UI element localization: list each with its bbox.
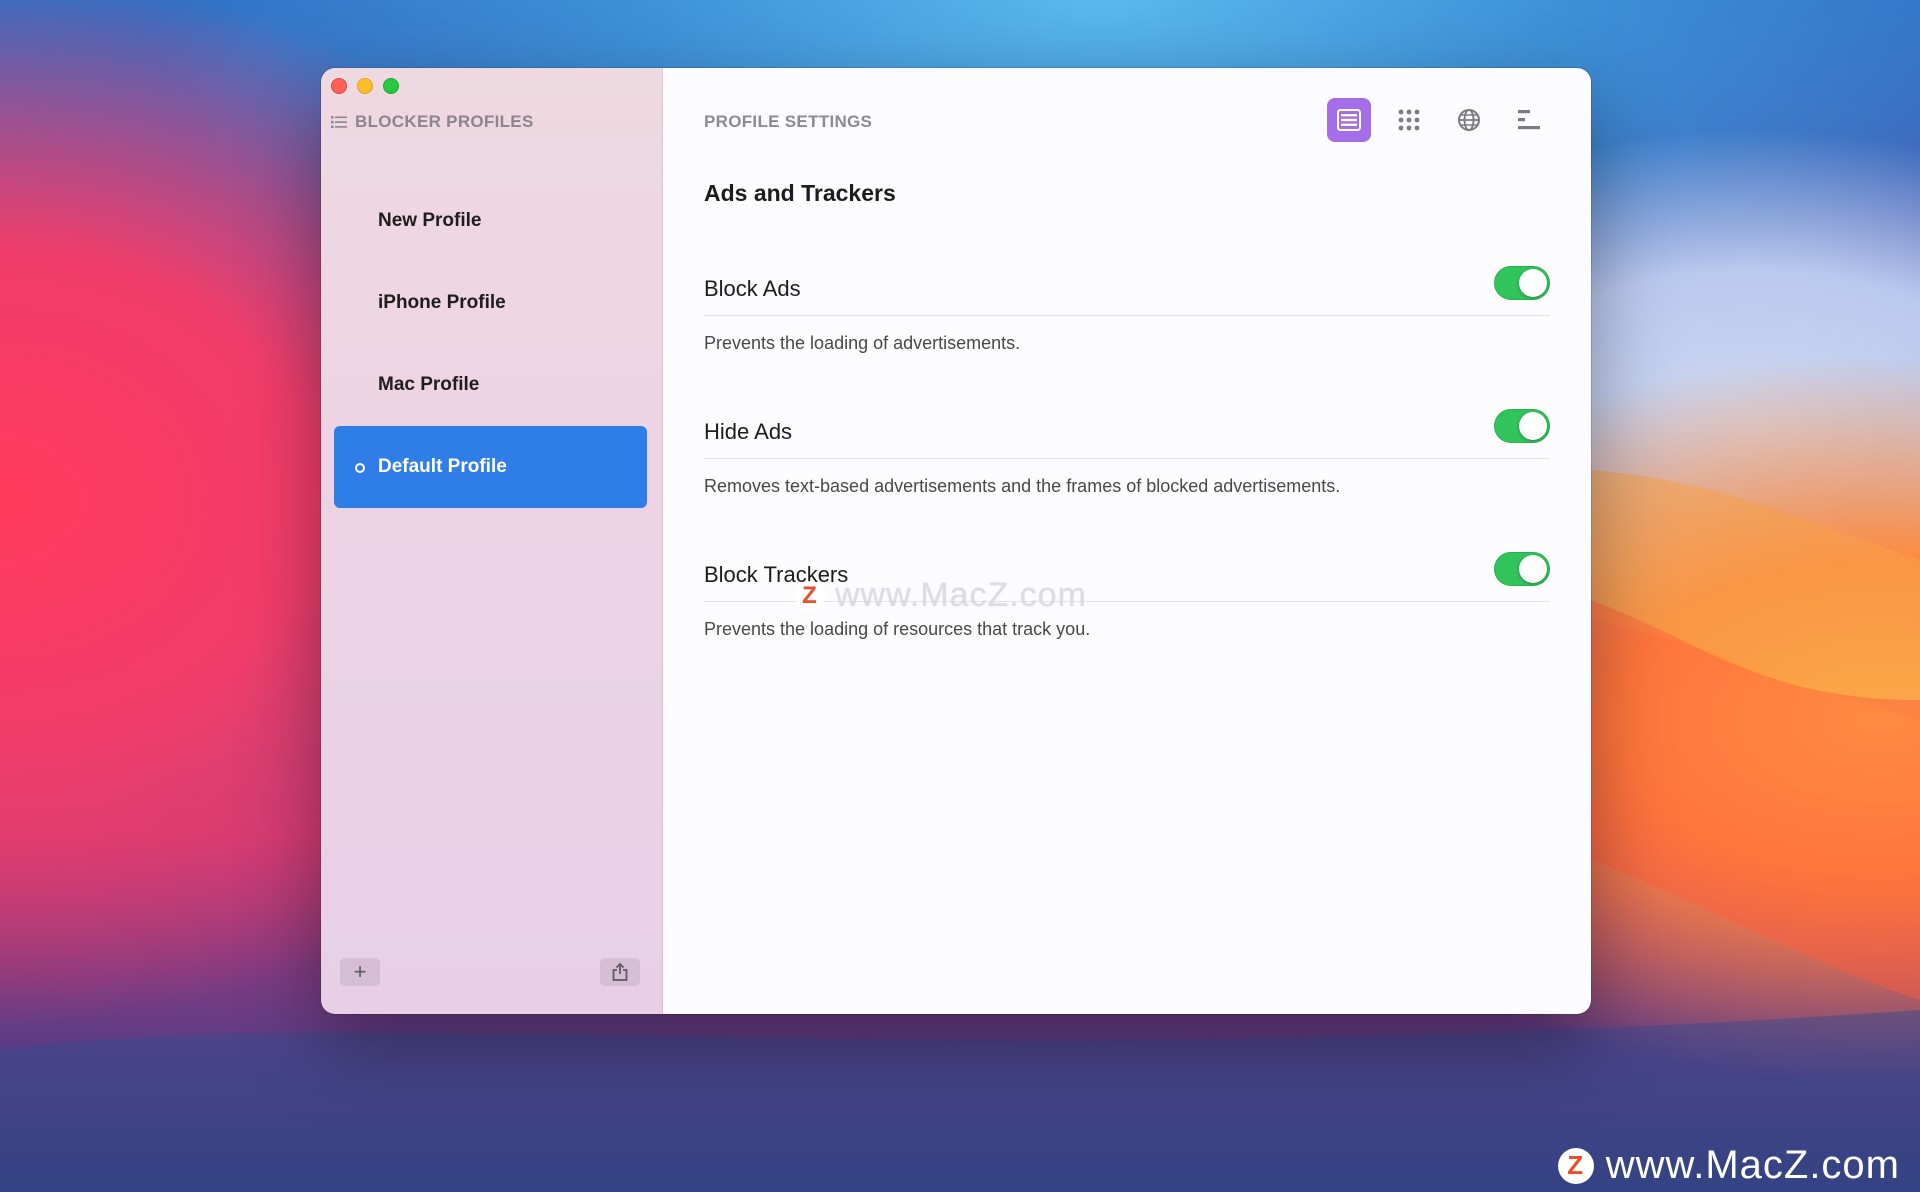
setting-hide-ads: Hide Ads Removes text-based advertisemen…: [704, 393, 1550, 536]
list-icon: [331, 116, 347, 129]
window-controls: [331, 78, 399, 94]
setting-description: Prevents the loading of resources that t…: [704, 619, 1091, 639]
block-trackers-toggle[interactable]: [1494, 551, 1550, 586]
app-window: BLOCKER PROFILES New Profile iPhone Prof…: [321, 68, 1591, 1014]
block-ads-toggle[interactable]: [1494, 265, 1550, 300]
sidebar-item-label: Mac Profile: [378, 374, 480, 395]
grid-icon: [1398, 109, 1420, 131]
watermark-corner: Z www.MacZ.com: [1557, 1143, 1900, 1188]
sidebar-item-new-profile[interactable]: New Profile: [334, 180, 647, 262]
watermark-logo-icon: Z: [795, 580, 825, 611]
sidebar: BLOCKER PROFILES New Profile iPhone Prof…: [321, 68, 663, 1014]
add-profile-button[interactable]: +: [340, 958, 380, 986]
globe-icon: [1458, 109, 1480, 131]
sidebar-item-iphone-profile[interactable]: iPhone Profile: [334, 262, 647, 344]
watermark: Z www.MacZ.com: [795, 576, 1087, 615]
toggle-knob: [1519, 268, 1547, 297]
toggle-knob: [1519, 411, 1547, 440]
sidebar-item-mac-profile[interactable]: Mac Profile: [334, 344, 647, 426]
list-view-button[interactable]: [1327, 98, 1371, 142]
plus-icon: +: [353, 959, 367, 984]
watermark-text: www.MacZ.com: [835, 576, 1087, 614]
minimize-window-button[interactable]: [357, 78, 373, 94]
section-title: Ads and Trackers: [704, 180, 896, 206]
sidebar-item-label: New Profile: [378, 210, 482, 231]
share-profile-button[interactable]: [600, 958, 640, 986]
list-view-icon: [1337, 109, 1361, 131]
setting-description: Removes text-based advertisements and th…: [704, 476, 1341, 496]
profile-list: New Profile iPhone Profile Mac Profile D…: [334, 180, 647, 508]
sidebar-item-label: iPhone Profile: [378, 292, 506, 313]
setting-description: Prevents the loading of advertisements.: [704, 333, 1021, 353]
sidebar-header-label: BLOCKER PROFILES: [355, 112, 534, 131]
grid-view-button[interactable]: [1387, 98, 1431, 142]
sidebar-item-default-profile[interactable]: Default Profile: [334, 426, 647, 508]
outline-view-button[interactable]: [1507, 98, 1551, 142]
hide-ads-toggle[interactable]: [1494, 408, 1550, 443]
outline-icon: [1518, 110, 1540, 130]
watermark-text: www.MacZ.com: [1605, 1143, 1900, 1187]
sidebar-header: BLOCKER PROFILES: [331, 112, 534, 132]
main-panel: PROFILE SETTINGS Ads and Trackers Block …: [663, 68, 1591, 1014]
view-toolbar: [1327, 98, 1551, 142]
setting-block-ads: Block Ads Prevents the loading of advert…: [704, 250, 1550, 393]
share-icon: [612, 962, 628, 981]
sidebar-item-label: Default Profile: [378, 456, 507, 477]
setting-row: Block Ads: [704, 250, 1550, 316]
setting-label: Block Ads: [704, 275, 801, 301]
setting-row: Hide Ads: [704, 393, 1550, 459]
toggle-knob: [1519, 554, 1547, 583]
close-window-button[interactable]: [331, 78, 347, 94]
websites-button[interactable]: [1447, 98, 1491, 142]
page-title: PROFILE SETTINGS: [704, 112, 873, 131]
active-profile-indicator-icon: [355, 463, 365, 473]
watermark-logo-icon: Z: [1557, 1147, 1594, 1184]
setting-label: Hide Ads: [704, 418, 793, 444]
zoom-window-button[interactable]: [383, 78, 399, 94]
